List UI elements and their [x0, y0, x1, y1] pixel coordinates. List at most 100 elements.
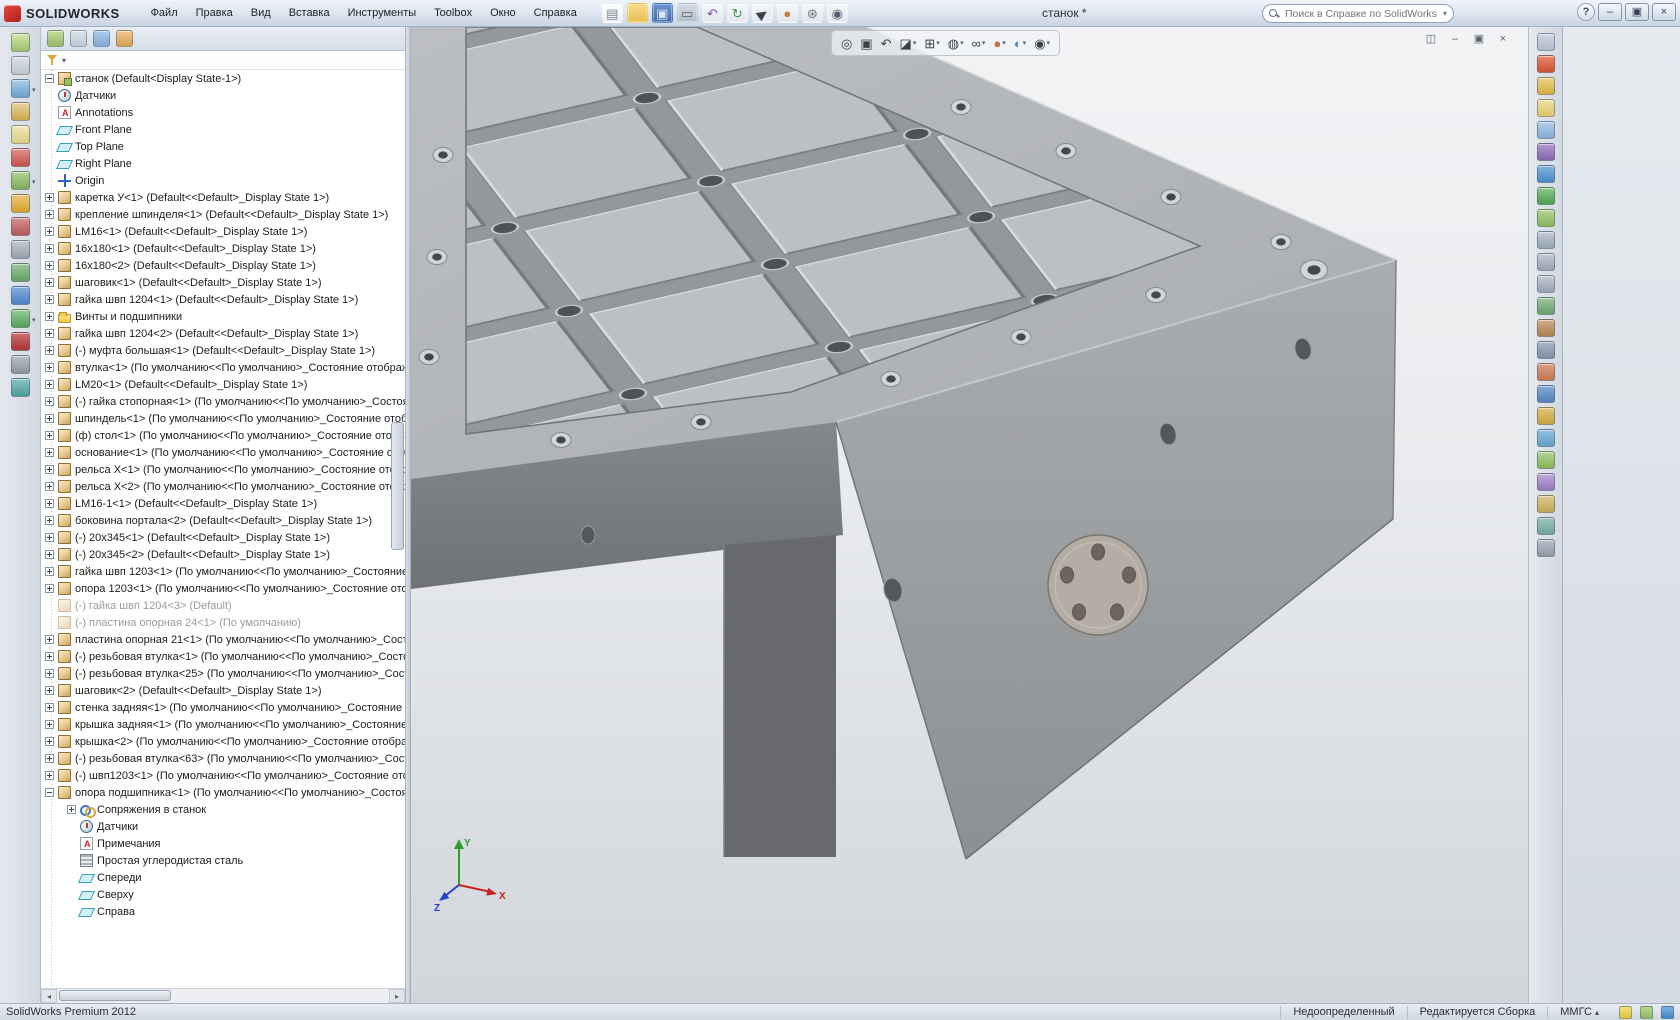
menu-item[interactable]: Вид: [242, 3, 280, 23]
expander-icon[interactable]: [45, 278, 54, 287]
expander-icon[interactable]: [45, 720, 54, 729]
revolve-icon[interactable]: [1536, 451, 1555, 469]
menu-item[interactable]: Файл: [142, 3, 187, 23]
tree-item[interactable]: (-) резьбовая втулка<63> (По умолчанию<<…: [41, 750, 405, 767]
expander-icon[interactable]: [45, 193, 54, 202]
tree-item[interactable]: Сверху: [41, 886, 405, 903]
tree-item[interactable]: шаговик<1> (Default<<Default>_Display St…: [41, 274, 405, 291]
design-library-icon[interactable]: ▾: [10, 79, 36, 98]
expander-icon[interactable]: [45, 295, 54, 304]
tree-item[interactable]: Top Plane: [41, 138, 405, 155]
expander-icon[interactable]: [45, 261, 54, 270]
expander-icon[interactable]: [45, 669, 54, 678]
menu-item[interactable]: Toolbox: [425, 3, 481, 23]
previous-view-button[interactable]: ↶ ▾: [878, 35, 895, 52]
expander-icon[interactable]: [45, 754, 54, 763]
scroll-left-button[interactable]: ◂: [41, 989, 57, 1003]
spring-icon[interactable]: ▾: [10, 171, 36, 190]
undo-button[interactable]: ↶: [701, 3, 723, 23]
expander-icon[interactable]: [45, 550, 54, 559]
mirror-icon[interactable]: [1536, 341, 1555, 359]
notebook-icon[interactable]: ▾: [10, 102, 30, 121]
tree-item[interactable]: LM16-1<1> (Default<<Default>_Display Sta…: [41, 495, 405, 512]
relations-icon[interactable]: [1536, 319, 1555, 337]
expander-icon[interactable]: [45, 380, 54, 389]
zoom-area-button[interactable]: ▣ ▾: [857, 35, 875, 52]
expander-icon[interactable]: [45, 210, 54, 219]
tree-item[interactable]: рельса X<2> (По умолчанию<<По умолчанию>…: [41, 478, 405, 495]
tree-item[interactable]: шпиндель<1> (По умолчанию<<По умолчанию>…: [41, 410, 405, 427]
extrude-icon[interactable]: [1536, 429, 1555, 447]
gear-icon[interactable]: ▾: [10, 194, 30, 213]
expander-icon[interactable]: [45, 788, 54, 797]
doc-close-button[interactable]: ×: [1493, 31, 1513, 47]
settings-icon[interactable]: [1536, 539, 1555, 557]
tree-item[interactable]: пластина опорная 21<1> (По умолчанию<<По…: [41, 631, 405, 648]
propertymanager-tab[interactable]: [70, 30, 87, 47]
sketch-rect-icon[interactable]: [1536, 253, 1555, 271]
view-palette-icon[interactable]: [1536, 143, 1555, 161]
expander-icon[interactable]: [45, 499, 54, 508]
tree-item[interactable]: Front Plane: [41, 121, 405, 138]
tree-item[interactable]: LM20<1> (Default<<Default>_Display State…: [41, 376, 405, 393]
view-orientation-button[interactable]: ⊞ ▾: [921, 35, 942, 52]
sketch-circle-icon[interactable]: [1536, 275, 1555, 293]
custom-properties-icon[interactable]: [1536, 209, 1555, 227]
tree-item[interactable]: крепление шпинделя<1> (Default<<Default>…: [41, 206, 405, 223]
help-button[interactable]: ?: [1577, 3, 1595, 21]
tree-item[interactable]: опора 1203<1> (По умолчанию<<По умолчани…: [41, 580, 405, 597]
scenes-icon[interactable]: [1536, 187, 1555, 205]
book-icon[interactable]: ▾: [10, 332, 30, 351]
options-button[interactable]: ⊛: [801, 3, 823, 23]
solidworks-resources-icon[interactable]: [1536, 55, 1555, 73]
tree-item[interactable]: гайка швп 1203<1> (По умолчанию<<По умол…: [41, 563, 405, 580]
pattern-icon[interactable]: [1536, 517, 1555, 535]
edit-sketch-icon[interactable]: ▾: [10, 33, 30, 52]
tree-item[interactable]: (-) резьбовая втулка<25> (По умолчанию<<…: [41, 665, 405, 682]
chart-icon[interactable]: ▾: [10, 286, 30, 305]
tree-item[interactable]: 16x180<2> (Default<<Default>_Display Sta…: [41, 257, 405, 274]
dropdown-caret-icon[interactable]: ▾: [960, 40, 964, 47]
expander-icon[interactable]: [45, 465, 54, 474]
menu-item[interactable]: Инструменты: [339, 3, 426, 23]
design-library-icon[interactable]: [1536, 77, 1555, 95]
restore-button[interactable]: ▣: [1625, 3, 1649, 21]
apply-scene-button[interactable]: ◐ ▾: [1011, 35, 1029, 52]
filter-funnel-icon[interactable]: [46, 54, 59, 66]
hide-show-items-button[interactable]: ∞ ▾: [969, 35, 989, 52]
tree-item[interactable]: Датчики: [41, 87, 405, 104]
sketch-line-icon[interactable]: [1536, 231, 1555, 249]
trim-icon[interactable]: [1536, 363, 1555, 381]
fillet-icon[interactable]: [1536, 407, 1555, 425]
expander-icon[interactable]: [45, 584, 54, 593]
menu-item[interactable]: Справка: [525, 3, 586, 23]
wrench-icon[interactable]: ▾: [10, 355, 30, 374]
file-explorer-icon[interactable]: [1536, 99, 1555, 117]
expander-icon[interactable]: [45, 397, 54, 406]
shell-icon[interactable]: [1536, 495, 1555, 513]
viewport-3d-model[interactable]: [411, 27, 1528, 1003]
menu-item[interactable]: Правка: [187, 3, 242, 23]
tree-vertical-scrollbar-thumb[interactable]: [391, 422, 404, 550]
offset-icon[interactable]: [1536, 385, 1555, 403]
tag-icon[interactable]: [1640, 1005, 1653, 1019]
dropdown-caret-icon[interactable]: ▾: [913, 40, 917, 47]
tree-item[interactable]: крышка задняя<1> (По умолчанию<<По умолч…: [41, 716, 405, 733]
tree-item[interactable]: Простая углеродистая сталь: [41, 852, 405, 869]
tree-item[interactable]: Сопряжения в станок: [41, 801, 405, 818]
expander-icon[interactable]: [45, 771, 54, 780]
doc-minimize-button[interactable]: –: [1445, 31, 1465, 47]
tree-item[interactable]: (ф) стол<1> (По умолчанию<<По умолчанию>…: [41, 427, 405, 444]
zoom-fit-button[interactable]: ◎ ▾: [838, 35, 855, 52]
new-document-button[interactable]: ▤: [601, 3, 623, 23]
view-settings-button[interactable]: ◉ ▾: [1031, 35, 1053, 52]
expander-icon[interactable]: [45, 516, 54, 525]
model-leg[interactable]: [724, 535, 836, 857]
expander-icon[interactable]: [45, 227, 54, 236]
tree-item[interactable]: гайка швп 1204<1> (Default<<Default>_Dis…: [41, 291, 405, 308]
task-pane[interactable]: [1562, 27, 1680, 1003]
tree-item[interactable]: (-) швп1203<1> (По умолчанию<<По умолчан…: [41, 767, 405, 784]
scroll-thumb[interactable]: [59, 990, 171, 1001]
tree-item[interactable]: (-) гайка швп 1204<3> (Default): [41, 597, 405, 614]
expander-icon[interactable]: [67, 805, 76, 814]
